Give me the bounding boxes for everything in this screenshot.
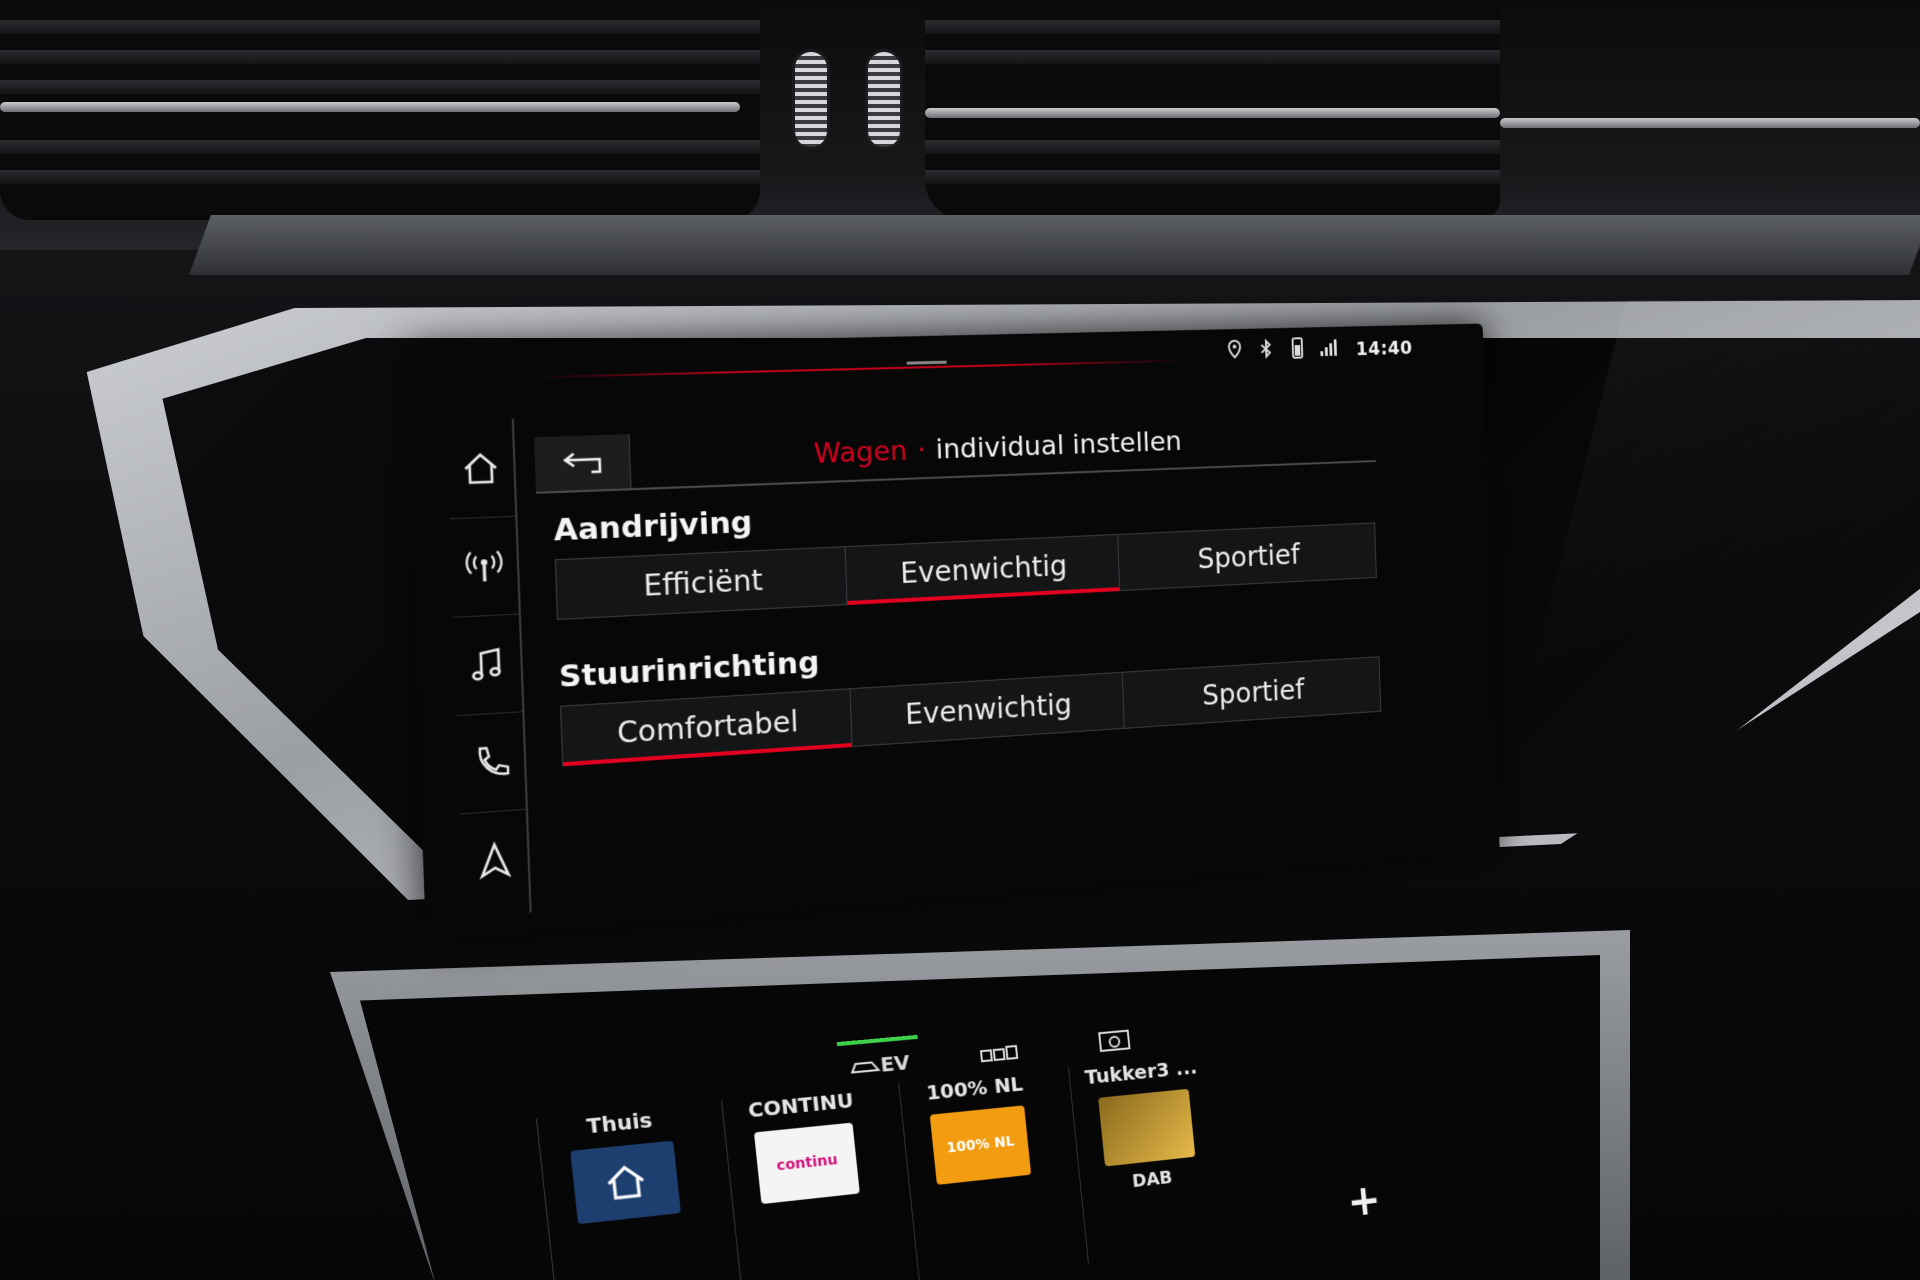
status-accent-line <box>537 359 1184 379</box>
drive-option-sporty[interactable]: Sportief <box>1118 523 1376 590</box>
signal-icon <box>1319 337 1338 362</box>
phone-icon <box>469 740 514 785</box>
phone-battery-icon <box>1288 337 1307 364</box>
battery-icon <box>978 1042 1019 1066</box>
preset-continu[interactable]: CONTINU continu <box>720 1085 898 1280</box>
100nl-logo: 100% NL <box>929 1105 1032 1185</box>
bluetooth-icon <box>1257 339 1276 364</box>
preset-tukker3[interactable]: Tukker3 ... DAB <box>1067 1053 1230 1264</box>
navigation-icon <box>472 838 517 883</box>
breadcrumb-root[interactable]: Wagen <box>813 435 907 470</box>
steering-option-comfort[interactable]: Comfortabel <box>561 689 853 766</box>
home-preset-logo <box>570 1140 681 1225</box>
sidebar-item-phone[interactable] <box>456 712 526 815</box>
right-air-vent <box>925 0 1500 220</box>
page-title: individual instellen <box>935 426 1183 466</box>
back-button[interactable] <box>534 434 632 492</box>
sidebar-item-radio[interactable] <box>449 516 519 618</box>
section-title-steering: Stuurinrichting <box>558 644 820 695</box>
header: Wagen · individual instellen <box>534 410 1376 494</box>
steering-option-sporty[interactable]: Sportief <box>1123 657 1381 728</box>
ev-car-icon <box>849 1056 881 1077</box>
sidebar <box>445 418 532 918</box>
clock: 14:40 <box>1355 337 1413 360</box>
sidebar-item-navigation[interactable] <box>460 810 529 912</box>
vent-knob-right[interactable] <box>868 52 900 147</box>
sidebar-item-media[interactable] <box>453 614 523 717</box>
preset-thuis[interactable]: Thuis <box>535 1102 720 1280</box>
drive-option-efficient[interactable]: Efficiënt <box>555 547 848 619</box>
continu-logo: continu <box>753 1122 860 1205</box>
radio-icon <box>462 545 507 589</box>
dashboard-trim <box>189 215 1920 275</box>
preset-100nl[interactable]: 100% NL 100% NL <box>898 1069 1067 1280</box>
music-icon <box>465 642 510 687</box>
vent-knob-left[interactable] <box>795 52 827 147</box>
plus-button[interactable]: + <box>1345 1175 1383 1227</box>
breadcrumb-separator: · <box>916 434 927 467</box>
air-vent-area <box>0 0 1920 250</box>
breadcrumb: Wagen · individual instellen <box>813 426 1182 470</box>
power-screen-icon <box>1097 1029 1132 1058</box>
status-handle[interactable] <box>906 360 947 365</box>
back-arrow-icon <box>554 446 611 479</box>
status-icons: 14:40 <box>1225 335 1413 366</box>
location-icon <box>1225 340 1244 365</box>
section-title-drive: Aandrijving <box>553 504 753 548</box>
mmi-main-screen: 14:40 Wagen · individual instellen Aandr… <box>404 323 1500 943</box>
home-icon <box>602 1161 649 1203</box>
home-icon <box>458 447 503 491</box>
car-dashboard-scene: 14:40 Wagen · individual instellen Aandr… <box>0 0 1920 1280</box>
left-air-vent <box>0 0 760 220</box>
dab-logo <box>1098 1088 1196 1167</box>
sidebar-item-home[interactable] <box>445 418 516 520</box>
steering-option-balanced[interactable]: Evenwichtig <box>850 672 1125 746</box>
drive-option-balanced[interactable]: Evenwichtig <box>845 534 1121 605</box>
